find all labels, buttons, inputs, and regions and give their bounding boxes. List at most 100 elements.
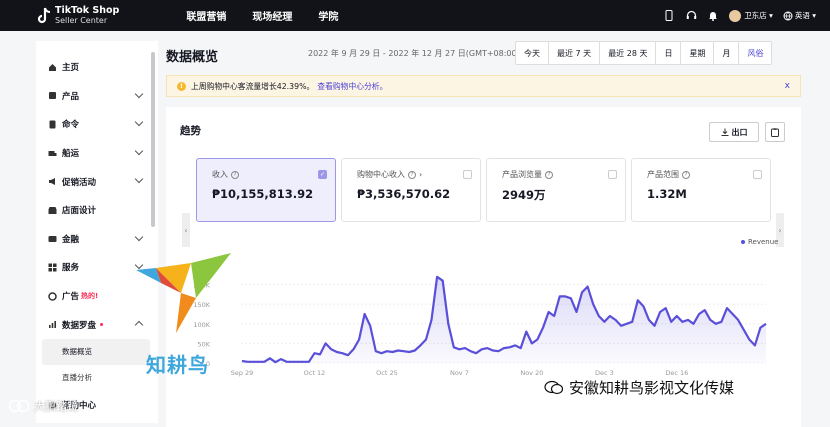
tiktok-shop-logo[interactable]: TikTok Shop Seller Center <box>36 6 119 25</box>
metric-checkbox[interactable]: ✓ <box>318 170 327 179</box>
globe-icon <box>783 11 793 21</box>
period-custom[interactable]: 风俗 <box>739 42 771 64</box>
page-title: 数据概览 <box>166 50 219 65</box>
metric-label: 产品范围 <box>647 170 679 179</box>
logo-line2: Seller Center <box>55 16 108 25</box>
metric-checkbox[interactable] <box>753 170 762 179</box>
revenue-chart: 050K100K150K200KSep 29Oct 12Oct 25Nov 7N… <box>193 275 767 377</box>
help-icon[interactable]: ? <box>408 170 416 179</box>
box-icon <box>48 91 57 100</box>
info-icon: ! <box>177 81 186 91</box>
help-icon[interactable]: ? <box>545 170 553 179</box>
sidebar-item-shipping[interactable]: 船运 <box>36 139 158 168</box>
new-dot <box>100 323 104 327</box>
nav-live-manager[interactable]: 现场经理 <box>252 8 292 23</box>
service-icon <box>48 263 57 272</box>
period-day[interactable]: 日 <box>656 42 682 64</box>
truck-icon <box>48 149 57 158</box>
ads-icon <box>48 291 57 301</box>
sidebar-item-label: 命令 <box>62 120 80 131</box>
x-tick-label: Sep 29 <box>231 369 254 377</box>
period-last-7-days[interactable]: 最近 7 天 <box>549 42 601 64</box>
sidebar-item-label: 广告 <box>62 292 80 303</box>
close-icon[interactable]: x <box>785 81 790 91</box>
language-label: 英语 <box>794 11 810 20</box>
corner-watermark-text: 大鹏踏镜 <box>34 400 78 413</box>
megaphone-icon <box>48 177 57 186</box>
chevron-left-icon: ‹ <box>184 225 188 235</box>
metric-card-product-views[interactable]: 产品浏览量? 2949万 <box>486 158 626 222</box>
clipboard-button[interactable] <box>765 122 785 142</box>
period-today[interactable]: 今天 <box>516 42 549 64</box>
hot-badge: 热的! <box>81 292 99 301</box>
language-selector[interactable]: 英语 ▾ <box>783 10 816 21</box>
legend-label: Revenue <box>748 238 779 246</box>
nav-academy[interactable]: 学院 <box>318 8 338 23</box>
sidebar-item-storefront[interactable]: 店面设计 <box>36 196 158 225</box>
bell-icon[interactable] <box>707 10 719 22</box>
notice-banner: ! 上周购物中心客流量增长42.39%。 查看购物中心分析。 x <box>166 75 801 97</box>
period-selector: 今天 最近 7 天 最近 28 天 日 星期 月 风俗 <box>515 41 773 65</box>
avatar <box>729 9 742 22</box>
phone-icon[interactable] <box>663 10 675 22</box>
notice-link[interactable]: 查看购物中心分析。 <box>317 81 387 92</box>
sidebar-item-label: 金融 <box>62 234 80 245</box>
chart-icon <box>48 320 57 329</box>
sidebar-item-label: 促销活动 <box>62 177 97 188</box>
wechat-icon <box>544 380 564 394</box>
x-tick-label: Dec 3 <box>595 369 614 377</box>
order-icon <box>48 120 57 129</box>
company-name: 安徽知耕鸟影视文化传媒 <box>569 379 735 397</box>
sidebar-item-label: 数据罗盘 <box>62 320 97 331</box>
y-tick-label: 50K <box>197 340 210 348</box>
sidebar-item-label: 服务 <box>62 263 80 274</box>
period-week[interactable]: 星期 <box>681 42 715 64</box>
metric-card-mall-revenue[interactable]: 购物中心收入? › ₱3,536,570.62 <box>341 158 481 222</box>
video-icon <box>8 399 30 413</box>
metric-card-revenue[interactable]: 收入? ₱10,155,813.92 ✓ <box>196 158 336 222</box>
help-icon[interactable]: ? <box>682 170 690 179</box>
metric-checkbox[interactable] <box>463 170 472 179</box>
chevron-down-icon <box>134 117 144 127</box>
date-range[interactable]: 2022 年 9 月 29 日 - 2022 年 12 月 27 日(GMT+0… <box>308 48 520 59</box>
trend-title: 趋势 <box>180 125 201 137</box>
export-label: 出口 <box>731 127 748 137</box>
metric-value: 2949万 <box>502 188 546 202</box>
top-right-tools: 卫东店 ▾ 英语 ▾ <box>663 0 816 31</box>
nav-affiliate[interactable]: 联盟营销 <box>186 8 226 23</box>
clipboard-icon <box>771 127 779 137</box>
export-button[interactable]: 出口 <box>709 122 759 142</box>
metric-value: 1.32M <box>647 187 687 201</box>
sidebar-subitem-data-overview[interactable]: 数据概览 <box>42 338 150 365</box>
wallet-icon <box>48 234 57 243</box>
sidebar-item-label: 店面设计 <box>62 206 97 217</box>
metric-label-wrap: 产品范围? <box>647 169 690 180</box>
sidebar-item-home[interactable]: 主页 <box>36 53 158 82</box>
logo-line1: TikTok Shop <box>55 5 120 16</box>
tiktok-note-icon <box>37 7 51 23</box>
sidebar-item-orders[interactable]: 命令 <box>36 110 158 139</box>
sidebar-item-label: 产品 <box>62 91 80 102</box>
metric-prev-button[interactable]: ‹ <box>182 213 190 247</box>
headset-icon[interactable] <box>685 10 697 22</box>
metric-label: 收入 <box>212 170 228 179</box>
sidebar-subitem-live-analysis[interactable]: 直播分析 <box>36 365 158 391</box>
corner-watermark: 大鹏踏镜 <box>8 398 78 414</box>
sidebar-item-label: 主页 <box>62 63 80 74</box>
sidebar: 主页 产品 命令 船运 促销活动 店面设计 金融 服务 广告 热的! 数据罗盘 数… <box>36 41 158 423</box>
sidebar-item-products[interactable]: 产品 <box>36 82 158 111</box>
help-icon[interactable]: ? <box>231 170 239 179</box>
metric-value: ₱10,155,813.92 <box>212 187 314 201</box>
metric-value: ₱3,536,570.62 <box>357 187 451 201</box>
chevron-down-icon <box>134 175 144 184</box>
period-month[interactable]: 月 <box>714 42 740 64</box>
period-last-28-days[interactable]: 最近 28 天 <box>600 42 657 64</box>
sidebar-item-promotions[interactable]: 促销活动 <box>36 167 158 196</box>
shop-account[interactable]: 卫东店 ▾ <box>729 9 773 22</box>
metric-card-product-range[interactable]: 产品范围? 1.32M <box>631 158 771 222</box>
chevron-right-icon: › <box>778 225 782 235</box>
metric-checkbox[interactable] <box>608 170 617 179</box>
sidebar-scrollbar[interactable] <box>151 52 155 227</box>
chevron-down-icon <box>134 146 144 156</box>
bird-logo-watermark <box>136 253 231 333</box>
